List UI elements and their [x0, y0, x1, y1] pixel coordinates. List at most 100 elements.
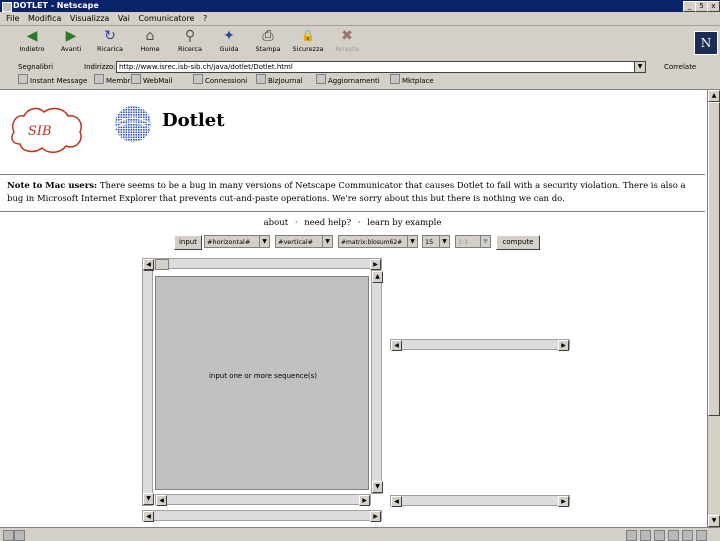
- search-icon: ⚲: [184, 28, 196, 44]
- bookmark-icon: [316, 74, 326, 84]
- composer-icon[interactable]: [654, 530, 665, 541]
- alignment-horizontal-scrollbar[interactable]: ◀ ▶: [390, 339, 570, 351]
- resize-grip-icon: [696, 530, 707, 541]
- menu-comunicatore[interactable]: Comunicatore: [138, 12, 194, 25]
- guide-button[interactable]: ✦ Guida: [209, 27, 249, 59]
- link-separator: ·: [357, 218, 361, 228]
- location-bar: Segnalibri Indirizzo: http://www.isrec.i…: [0, 60, 720, 75]
- back-arrow-icon: ◀: [26, 28, 38, 44]
- scroll-left-icon[interactable]: ◀: [156, 495, 167, 506]
- personal-item-instant-message[interactable]: Instant Message: [18, 74, 87, 89]
- scroll-right-icon[interactable]: ▶: [558, 340, 569, 351]
- bookmark-icon: [131, 74, 141, 84]
- scroll-up-icon[interactable]: ▲: [372, 271, 383, 283]
- matrix-select[interactable]: #matrix:blosum62# ▼: [338, 235, 418, 248]
- scroll-thumb[interactable]: [708, 102, 720, 416]
- dotplot-panel[interactable]: input one or more sequence(s): [155, 276, 369, 490]
- reload-icon: ↻: [104, 28, 116, 44]
- note-heading: Note to Mac users:: [7, 181, 98, 191]
- reload-button[interactable]: ↻ Ricarica: [90, 27, 130, 59]
- personal-item-webmail[interactable]: WebMail: [131, 74, 172, 89]
- about-link[interactable]: about: [264, 218, 289, 228]
- chevron-down-icon: ▼: [407, 236, 417, 247]
- search-button[interactable]: ⚲ Ricerca: [170, 27, 210, 59]
- personal-item-mktplace[interactable]: Mktplace: [390, 74, 434, 89]
- scroll-down-icon[interactable]: ▼: [372, 481, 383, 493]
- page-title: Dotlet: [162, 110, 225, 131]
- note-text: There seems to be a bug in many versions…: [7, 181, 686, 204]
- window-size-select[interactable]: 15 ▼: [422, 235, 450, 248]
- scroll-right-icon[interactable]: ▶: [359, 495, 370, 506]
- url-dropdown-icon[interactable]: ▼: [634, 61, 646, 73]
- bookmarks-button[interactable]: Segnalibri: [18, 60, 53, 74]
- navigator-icon[interactable]: [626, 530, 637, 541]
- scroll-down-icon[interactable]: ▼: [708, 515, 720, 527]
- chevron-down-icon: ▼: [259, 236, 269, 247]
- status-bar: [0, 527, 720, 541]
- panel-horizontal-scrollbar[interactable]: ◀ ▶: [155, 494, 371, 506]
- bottom-horizontal-scrollbar[interactable]: ◀ ▶: [142, 510, 382, 522]
- left-vertical-scrollbar[interactable]: ▲ ▼: [142, 258, 154, 506]
- stop-button[interactable]: ✖ Arresta: [327, 27, 367, 59]
- compression-select[interactable]: 1:1 ▼: [455, 235, 491, 248]
- netscape-logo-icon[interactable]: N: [694, 31, 718, 55]
- messenger-icon[interactable]: [682, 530, 693, 541]
- scroll-right-icon[interactable]: ▶: [370, 511, 381, 522]
- page-vertical-scrollbar[interactable]: ▲ ▼: [707, 90, 720, 527]
- mail-icon[interactable]: [640, 530, 651, 541]
- scroll-right-icon[interactable]: ▶: [370, 259, 381, 270]
- personal-item-aggiornamenti[interactable]: Aggiornamenti: [316, 74, 380, 89]
- close-button[interactable]: x: [707, 1, 720, 12]
- scroll-down-icon[interactable]: ▼: [143, 493, 154, 505]
- menu-visualizza[interactable]: Visualizza: [70, 12, 109, 25]
- personal-item-bizjournal[interactable]: BizJournal: [256, 74, 303, 89]
- stop-icon: ✖: [341, 28, 353, 44]
- need-help-link[interactable]: need help?: [304, 218, 351, 228]
- top-divider: [0, 174, 705, 176]
- scroll-left-icon[interactable]: ◀: [391, 496, 402, 507]
- menu-bar: File Modifica Visualizza Vai Comunicator…: [0, 12, 720, 26]
- sib-logo-text: SIB: [28, 124, 52, 139]
- bookmark-icon: [94, 74, 104, 84]
- scroll-thumb[interactable]: [155, 259, 169, 270]
- address-label: Indirizzo:: [84, 63, 116, 71]
- horizontal-sequence-select[interactable]: #horizontal# ▼: [204, 235, 270, 248]
- vertical-sequence-select[interactable]: #vertical# ▼: [275, 235, 333, 248]
- back-button[interactable]: ◀ Indietro: [12, 27, 52, 59]
- personal-toolbar: Instant Message Membri WebMail Connessio…: [0, 74, 720, 90]
- print-button[interactable]: ⎙ Stampa: [248, 27, 288, 59]
- right-vertical-scrollbar[interactable]: ▲ ▼: [371, 270, 383, 494]
- learn-by-example-link[interactable]: learn by example: [367, 218, 441, 228]
- scroll-left-icon[interactable]: ◀: [143, 259, 154, 270]
- forward-button[interactable]: ▶ Avanti: [51, 27, 91, 59]
- window-title-bar[interactable]: DOTLET - Netscape _ 5 x: [0, 0, 720, 12]
- personal-item-connessioni[interactable]: Connessioni: [193, 74, 247, 89]
- home-button[interactable]: ⌂ Home: [130, 27, 170, 59]
- input-button[interactable]: input: [174, 235, 202, 250]
- scroll-up-icon[interactable]: ▲: [708, 90, 720, 102]
- security-button[interactable]: 🔒 Sicurezza: [288, 27, 328, 59]
- globe-icon: [114, 106, 152, 142]
- url-input[interactable]: http://www.isrec.isb-sib.ch/java/dotlet/…: [116, 61, 638, 73]
- related-button[interactable]: Correlate: [664, 60, 696, 74]
- bookmark-icon: [256, 74, 266, 84]
- top-horizontal-scrollbar[interactable]: ◀ ▶: [142, 258, 382, 270]
- menu-modifica[interactable]: Modifica: [28, 12, 61, 25]
- menu-file[interactable]: File: [6, 12, 19, 25]
- menu-help[interactable]: ?: [203, 12, 207, 25]
- page-content: SIB Dotlet Note to Mac users: There seem…: [0, 90, 707, 527]
- compute-button[interactable]: compute: [496, 235, 540, 250]
- scroll-left-icon[interactable]: ◀: [391, 340, 402, 351]
- bookmark-icon: [18, 74, 28, 84]
- histogram-horizontal-scrollbar[interactable]: ◀ ▶: [390, 495, 570, 507]
- scroll-right-icon[interactable]: ▶: [558, 496, 569, 507]
- security-status-icon[interactable]: [3, 530, 14, 541]
- chevron-down-icon: ▼: [322, 236, 332, 247]
- scroll-left-icon[interactable]: ◀: [143, 511, 154, 522]
- netscape-app-icon: [2, 2, 12, 12]
- menu-vai[interactable]: Vai: [118, 12, 130, 25]
- window-title: DOTLET - Netscape: [13, 1, 99, 10]
- forward-arrow-icon: ▶: [65, 28, 77, 44]
- personal-item-membri[interactable]: Membri: [94, 74, 132, 89]
- address-book-icon[interactable]: [668, 530, 679, 541]
